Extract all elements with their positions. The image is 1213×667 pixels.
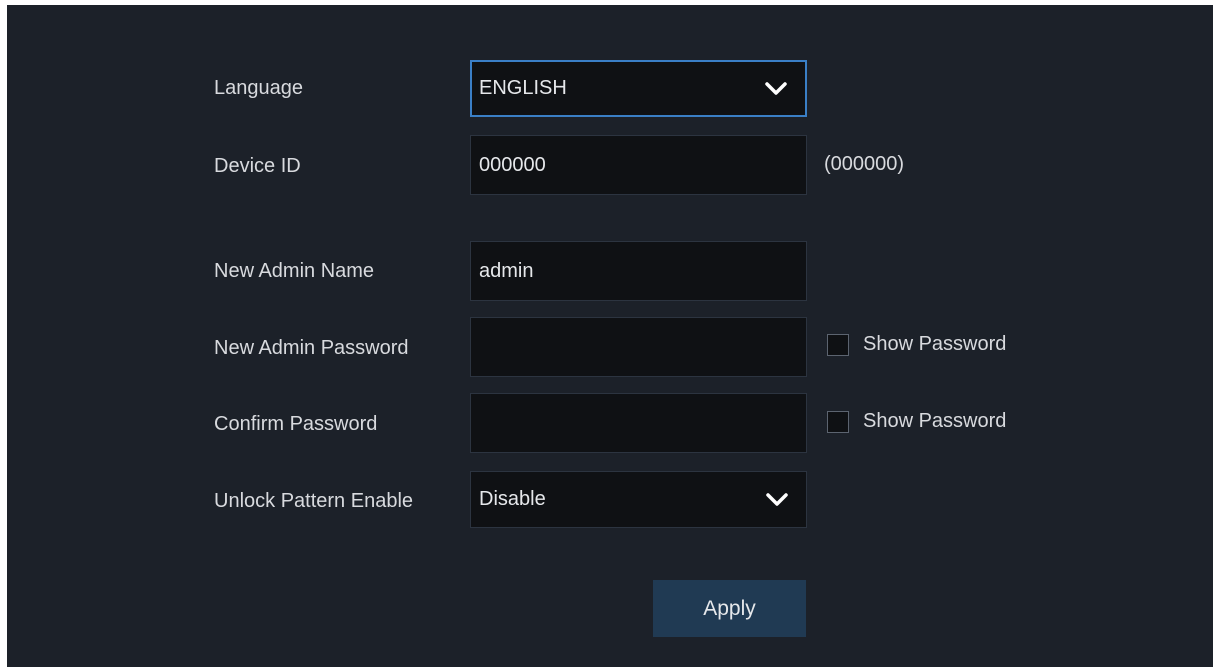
device-id-value: 000000 <box>479 153 546 176</box>
chevron-down-icon <box>763 81 789 97</box>
admin-name-value: admin <box>479 259 534 282</box>
admin-password-input[interactable] <box>470 317 807 377</box>
chevron-down-icon <box>764 492 790 508</box>
unlock-pattern-select[interactable]: Disable <box>470 471 807 528</box>
confirm-password-input[interactable] <box>470 393 807 453</box>
device-id-hint: (000000) <box>824 153 905 175</box>
show-admin-password-checkbox[interactable] <box>827 333 849 356</box>
show-confirm-password-toggle[interactable]: Show Password <box>827 410 1006 433</box>
admin-name-input[interactable]: admin <box>470 241 807 301</box>
settings-panel: Language ENGLISH Device ID 000000 (00000… <box>7 5 1213 667</box>
language-value: ENGLISH <box>479 77 567 99</box>
show-confirm-password-checkbox[interactable] <box>827 410 849 433</box>
admin-password-label: New Admin Password <box>214 337 409 359</box>
admin-name-label: New Admin Name <box>214 260 375 282</box>
unlock-pattern-value: Disable <box>479 488 546 510</box>
apply-button[interactable]: Apply <box>653 580 806 637</box>
device-id-label: Device ID <box>214 155 301 177</box>
device-id-input[interactable]: 000000 <box>470 135 807 195</box>
language-label: Language <box>214 77 303 99</box>
show-confirm-password-label: Show Password <box>863 410 1007 432</box>
confirm-password-label: Confirm Password <box>214 413 378 435</box>
show-admin-password-label: Show Password <box>863 333 1007 355</box>
show-admin-password-toggle[interactable]: Show Password <box>827 333 1006 356</box>
language-select[interactable]: ENGLISH <box>470 60 807 117</box>
unlock-pattern-label: Unlock Pattern Enable <box>214 490 414 512</box>
